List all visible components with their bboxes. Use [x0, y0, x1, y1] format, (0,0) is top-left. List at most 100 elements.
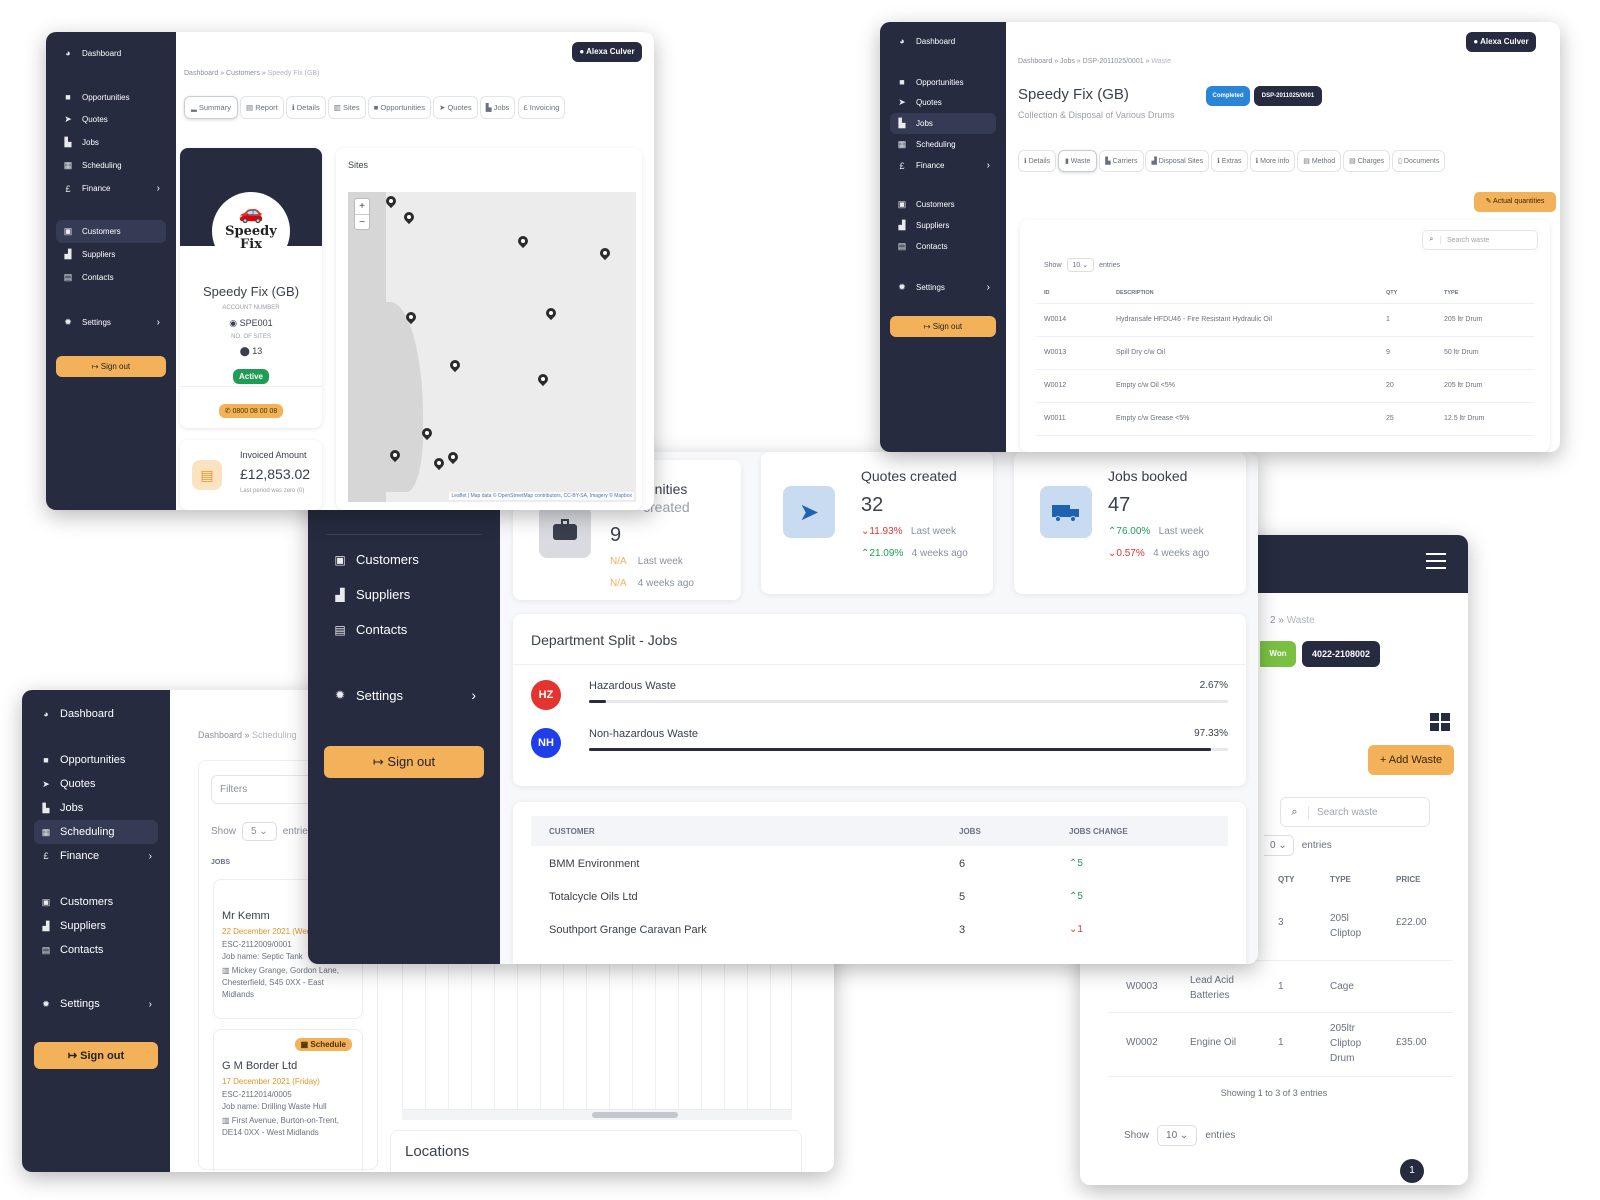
sidebar-item-settings[interactable]: ✹ Settings › [56, 311, 166, 334]
sidebar-item-opportunities[interactable]: ■ Opportunities [34, 748, 158, 772]
sidebar-item-jobs[interactable]: ▙ Jobs [890, 113, 996, 134]
column-header-id[interactable]: ID [1044, 290, 1050, 296]
map-marker-icon[interactable] [434, 458, 444, 472]
map-marker-icon[interactable] [386, 196, 396, 210]
sidebar-item-settings[interactable]: ✹ Settings › [34, 992, 158, 1016]
sidebar-item-jobs[interactable]: ▙ Jobs [56, 131, 166, 154]
tab-summary[interactable]: ▂ Summary [184, 96, 238, 119]
sidebar-item-customers[interactable]: ▣ Customers [332, 552, 419, 567]
sidebar-item-customers[interactable]: ▣ Customers [890, 194, 996, 215]
sidebar-item-scheduling[interactable]: ▦ Scheduling [890, 134, 996, 155]
tab-extras[interactable]: ℹ Extras [1211, 150, 1248, 172]
breadcrumb-jobs[interactable]: Jobs [1060, 58, 1075, 65]
sign-out-button[interactable]: ↦ Sign out [56, 356, 166, 377]
job-card[interactable]: ▦ Schedule G M Border Ltd 17 December 20… [213, 1029, 363, 1172]
column-header-jobs[interactable]: JOBS [959, 827, 981, 836]
sidebar-item-settings[interactable]: ✹ Settings › [332, 687, 476, 703]
tab-waste[interactable]: ▮ Waste [1057, 150, 1098, 172]
sidebar-item-quotes[interactable]: ➤ Quotes [890, 92, 996, 113]
add-waste-button[interactable]: + Add Waste [1368, 745, 1454, 775]
zoom-in-button[interactable]: + [355, 199, 369, 215]
tab-opportunities[interactable]: ■ Opportunities [367, 96, 431, 119]
column-header-qty[interactable]: QTY [1386, 290, 1397, 296]
map-marker-icon[interactable] [450, 360, 460, 374]
sidebar-item-dashboard[interactable]: ◕ Dashboard [34, 702, 158, 726]
grid-view-icon[interactable] [1430, 713, 1450, 731]
column-header-qty[interactable]: QTY [1278, 875, 1294, 884]
zoom-out-button[interactable]: − [355, 215, 369, 230]
map-marker-icon[interactable] [404, 212, 414, 226]
table-row[interactable]: W0011 Empty c/w Grease <5% 25 12.5 ltr D… [1036, 403, 1534, 436]
table-row[interactable]: W0013 Spill Dry c/w Oil 9 50 ltr Drum [1036, 337, 1534, 370]
sidebar-item-contacts[interactable]: ▤ Contacts [34, 938, 158, 962]
sidebar-item-scheduling[interactable]: ▦ Scheduling [56, 154, 166, 177]
sidebar-item-customers[interactable]: ▣ Customers [56, 220, 166, 243]
tab-documents[interactable]: ▯ Documents [1392, 150, 1446, 172]
tab-details[interactable]: ℹ Details [285, 96, 326, 119]
column-header-customer[interactable]: CUSTOMER [549, 827, 595, 836]
column-header-price[interactable]: PRICE [1396, 875, 1420, 884]
sidebar-item-opportunities[interactable]: ■ Opportunities [890, 72, 996, 92]
sidebar-item-customers[interactable]: ▣ Customers [34, 890, 158, 914]
column-header-type[interactable]: TYPE [1330, 875, 1351, 884]
sidebar-item-finance[interactable]: £ Finance › [34, 844, 158, 868]
map-marker-icon[interactable] [538, 374, 548, 388]
table-row[interactable]: W0012 Empty c/w Oil <5% 20 205 ltr Drum [1036, 370, 1534, 403]
pagination-page-1[interactable]: 1 [1400, 1159, 1424, 1183]
sidebar-item-settings[interactable]: ✹ Settings › [890, 277, 996, 298]
sign-out-button[interactable]: ↦ Sign out [890, 316, 996, 337]
sidebar-item-suppliers[interactable]: ▟ Suppliers [890, 215, 996, 236]
table-row[interactable]: Southport Grange Caravan Park 3 ⌄1 [549, 924, 1228, 936]
sidebar-item-contacts[interactable]: ▤ Contacts [332, 622, 407, 637]
table-row[interactable]: BMM Environment 6 ⌃5 [549, 858, 1228, 870]
sidebar-item-contacts[interactable]: ▤ Contacts [890, 236, 996, 257]
column-header-jobs-change[interactable]: JOBS CHANGE [1069, 827, 1128, 836]
sign-out-button[interactable]: ↦ Sign out [324, 746, 484, 778]
table-row[interactable]: W0014 Hydransafe HFDU46 - Fire Resistant… [1036, 304, 1534, 337]
page-size-select[interactable]: 10 ⌄ [1157, 1125, 1198, 1146]
tab-jobs[interactable]: ▙ Jobs [479, 96, 516, 119]
page-size-select[interactable]: 0 ⌄ [1264, 835, 1294, 856]
tab-disposal-sites[interactable]: ▟ Disposal Sites [1145, 150, 1210, 172]
schedule-badge[interactable]: ▦ Schedule [294, 1038, 352, 1051]
map-marker-icon[interactable] [390, 450, 400, 464]
sidebar-item-dashboard[interactable]: ◕ Dashboard [56, 42, 166, 64]
page-size-select[interactable]: 10 ⌄ [1066, 258, 1095, 272]
sign-out-button[interactable]: ↦ Sign out [34, 1042, 158, 1069]
table-row[interactable]: Totalcycle Oils Ltd 5 ⌃5 [549, 891, 1228, 903]
user-menu-button[interactable]: ● Alexa Culver [572, 42, 642, 62]
map-marker-icon[interactable] [406, 312, 416, 326]
tab-carriers[interactable]: ▙ Carriers [1099, 150, 1144, 172]
page-size-select[interactable]: 5 ⌄ [242, 822, 277, 841]
tab-more-info[interactable]: ℹ More info [1249, 150, 1296, 172]
sidebar-item-suppliers[interactable]: ▟ Suppliers [34, 914, 158, 938]
sidebar-item-opportunities[interactable]: ■ Opportunities [56, 86, 166, 108]
sidebar-item-suppliers[interactable]: ▟ Suppliers [56, 243, 166, 266]
phone-badge[interactable]: ✆ 0800 08 00 08 [218, 404, 284, 418]
sites-map[interactable]: + − Leaflet | Map data © OpenStreetMap c… [348, 192, 636, 502]
breadcrumb-customers[interactable]: Customers [226, 70, 260, 77]
breadcrumb-dashboard[interactable]: Dashboard [198, 730, 242, 740]
actual-quantities-button[interactable]: ✎ Actual quantities [1474, 192, 1556, 212]
tab-charges[interactable]: ▤ Charges [1343, 150, 1391, 172]
sidebar-item-jobs[interactable]: ▙ Jobs [34, 796, 158, 820]
map-marker-icon[interactable] [448, 452, 458, 466]
map-marker-icon[interactable] [600, 248, 610, 262]
column-header-type[interactable]: TYPE [1444, 290, 1458, 296]
sidebar-item-suppliers[interactable]: ▟ Suppliers [332, 587, 410, 602]
tab-method[interactable]: ▤ Method [1297, 150, 1342, 172]
map-marker-icon[interactable] [546, 308, 556, 322]
sidebar-item-contacts[interactable]: ▤ Contacts [56, 266, 166, 289]
tab-quotes[interactable]: ➤ Quotes [433, 96, 478, 119]
tab-details[interactable]: ℹ Details [1018, 150, 1057, 172]
breadcrumb-dashboard[interactable]: Dashboard [184, 70, 218, 77]
map-marker-icon[interactable] [422, 428, 432, 442]
search-input[interactable]: ⌕ Search waste [1422, 230, 1538, 250]
breadcrumb-dashboard[interactable]: Dashboard [1018, 58, 1052, 65]
horizontal-scrollbar[interactable] [402, 1110, 792, 1120]
sidebar-item-scheduling[interactable]: ▦ Scheduling [34, 820, 158, 844]
sidebar-item-finance[interactable]: £ Finance › [56, 177, 166, 200]
column-header-description[interactable]: DESCRIPTION [1116, 290, 1154, 296]
sidebar-item-dashboard[interactable]: ◕ Dashboard [890, 30, 996, 52]
sidebar-item-finance[interactable]: £ Finance › [890, 155, 996, 176]
